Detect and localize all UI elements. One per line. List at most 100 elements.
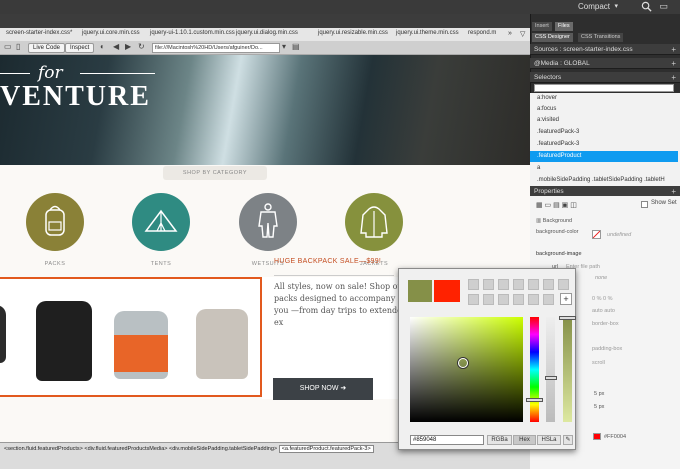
brightness-slider[interactable] (546, 317, 555, 422)
add-media-icon[interactable]: + (671, 58, 676, 69)
selector-item[interactable]: .featuredPack-3 (530, 127, 678, 138)
brightness-slider-handle[interactable] (545, 376, 557, 380)
file-tab[interactable]: respond.m (468, 30, 496, 36)
file-tab[interactable]: jquery-ui-1.10.1.custom.min.css (150, 30, 235, 36)
color-swatch-slot[interactable] (498, 279, 509, 290)
url-dropdown-icon[interactable]: ▾ (282, 42, 286, 51)
hsla-mode-button[interactable]: HSLa (537, 435, 561, 445)
file-tab[interactable]: jquery.ui.dialog.min.css (236, 30, 298, 36)
filter-icon[interactable]: ▽ (520, 30, 525, 38)
forward-arrow-icon[interactable]: ▶ (125, 42, 131, 51)
selector-item[interactable]: a:hover (530, 93, 678, 104)
tab-css-designer[interactable]: CSS Designer (532, 33, 573, 42)
selectors-header[interactable]: Selectors + (530, 72, 680, 83)
back-arrow-icon[interactable]: ◀ (113, 42, 119, 51)
workspace-switcher[interactable]: Compact (578, 2, 610, 11)
selector-item-selected[interactable]: .featuredProduct (530, 151, 678, 162)
previous-color-swatch[interactable] (408, 280, 432, 302)
spacing-value[interactable]: 5 px (594, 404, 604, 410)
split-view-icon[interactable]: ▯ (16, 42, 20, 51)
sources-header[interactable]: Sources : screen-starter-index.css + (530, 44, 680, 55)
color-hex-value[interactable]: #FF0004 (604, 434, 626, 440)
category-wetsuits[interactable] (239, 193, 297, 251)
minimize-icon[interactable]: ▭ (659, 1, 668, 12)
add-selector-icon[interactable]: + (671, 72, 676, 83)
color-swatch-slot[interactable] (498, 294, 509, 305)
show-set-checkbox[interactable] (641, 201, 648, 208)
color-swatch-slot[interactable] (558, 279, 569, 290)
add-swatch-icon[interactable]: + (560, 293, 572, 305)
background-clip-value[interactable]: border-box (592, 321, 619, 327)
color-swatch-slot[interactable] (543, 294, 554, 305)
color-swatch-slot[interactable] (483, 294, 494, 305)
address-field[interactable]: file:///Macintosh%20HD/Users/afguiner/Do… (152, 43, 280, 53)
color-swatch-slot[interactable] (468, 294, 479, 305)
hex-color-input[interactable]: #859048 (410, 435, 484, 445)
hue-slider-handle[interactable] (526, 398, 543, 402)
code-view-icon[interactable]: ▭ (4, 42, 12, 51)
property-category-icons[interactable]: ▦ ▭ ▤ ▣ ◫ (536, 201, 577, 209)
rgba-mode-button[interactable]: RGBa (487, 435, 512, 445)
product-image-backpack[interactable] (36, 301, 92, 381)
color-swatch-slot[interactable] (483, 279, 494, 290)
file-tab[interactable]: jquery.ui.resizable.min.css (318, 30, 388, 36)
hue-slider[interactable] (530, 317, 539, 422)
selector-item[interactable]: a:visited (530, 115, 678, 126)
breadcrumb-selected[interactable]: <a.featuredProduct.featuredPack-3> (278, 445, 374, 453)
color-swatch-button[interactable] (593, 433, 601, 440)
background-origin-value[interactable]: padding-box (592, 346, 622, 352)
selector-item[interactable]: a (530, 163, 678, 174)
selector-item[interactable]: .mobileSidePadding .tabletSidePadding .t… (530, 175, 678, 186)
file-tab[interactable]: jquery.ui.theme.min.css (396, 30, 459, 36)
tab-css-transitions[interactable]: CSS Transitions (578, 33, 624, 42)
shop-now-button[interactable]: SHOP NOW ➜ (273, 378, 373, 400)
category-packs[interactable] (26, 193, 84, 251)
color-swatch-slot[interactable] (513, 279, 524, 290)
eyedropper-icon[interactable]: ✎ (563, 435, 573, 445)
saturation-value-area[interactable] (410, 317, 523, 422)
selector-item[interactable]: .featuredPack-3 (530, 139, 678, 150)
reload-icon[interactable]: ↻ (138, 42, 145, 51)
background-color-value[interactable]: undefined (607, 232, 631, 238)
chevron-down-icon[interactable]: ▾ (614, 2, 618, 10)
refresh-icon[interactable]: ◐ (100, 42, 105, 51)
inspect-button[interactable]: Inspect (65, 43, 95, 53)
color-swatch-slot[interactable] (543, 279, 554, 290)
color-picker-handle[interactable] (458, 358, 468, 368)
selector-filter-input[interactable] (534, 84, 674, 92)
search-icon[interactable] (641, 1, 652, 12)
product-image-backpack[interactable] (196, 309, 248, 379)
color-swatch-slot[interactable] (528, 279, 539, 290)
selector-item[interactable]: a:focus (530, 104, 678, 115)
hex-mode-button[interactable]: Hex (513, 435, 536, 445)
product-image-backpack[interactable] (0, 305, 6, 363)
current-color-swatch[interactable] (434, 280, 460, 302)
spacing-value[interactable]: 5 px (594, 391, 604, 397)
media-header[interactable]: @Media : GLOBAL + (530, 58, 680, 69)
page-options-icon[interactable]: ▤ (292, 42, 300, 51)
color-swatch-slot[interactable] (513, 294, 524, 305)
add-source-icon[interactable]: + (671, 44, 676, 55)
tab-insert[interactable]: Insert (532, 22, 552, 31)
breadcrumb-items[interactable]: <section.fluid.featuredProducts> <div.fl… (4, 446, 277, 452)
shop-by-category-label[interactable]: SHOP BY CATEGORY (163, 166, 267, 180)
background-position-value[interactable]: 0 % 0 % (592, 296, 612, 302)
more-tabs-icon[interactable]: » (508, 30, 512, 37)
background-section-label: Background (542, 218, 573, 224)
color-swatch-slot[interactable] (528, 294, 539, 305)
background-attachment-value[interactable]: scroll (592, 360, 605, 366)
file-tab[interactable]: jquery.ui.core.min.css (82, 30, 140, 36)
featured-products-box[interactable] (0, 277, 262, 397)
alpha-slider[interactable] (563, 317, 572, 422)
product-image-backpack[interactable] (114, 311, 168, 379)
alpha-slider-handle[interactable] (559, 316, 576, 320)
gradient-value[interactable]: none (595, 275, 607, 281)
file-tab[interactable]: screen-starter-index.css* (6, 30, 72, 36)
category-tents[interactable] (132, 193, 190, 251)
color-swatch-slot[interactable] (468, 279, 479, 290)
color-swatch-button[interactable] (592, 230, 601, 239)
category-jackets[interactable] (345, 193, 403, 251)
tab-files[interactable]: Files (555, 22, 573, 31)
live-code-button[interactable]: Live Code (28, 43, 66, 53)
background-size-value[interactable]: auto auto (592, 308, 615, 314)
